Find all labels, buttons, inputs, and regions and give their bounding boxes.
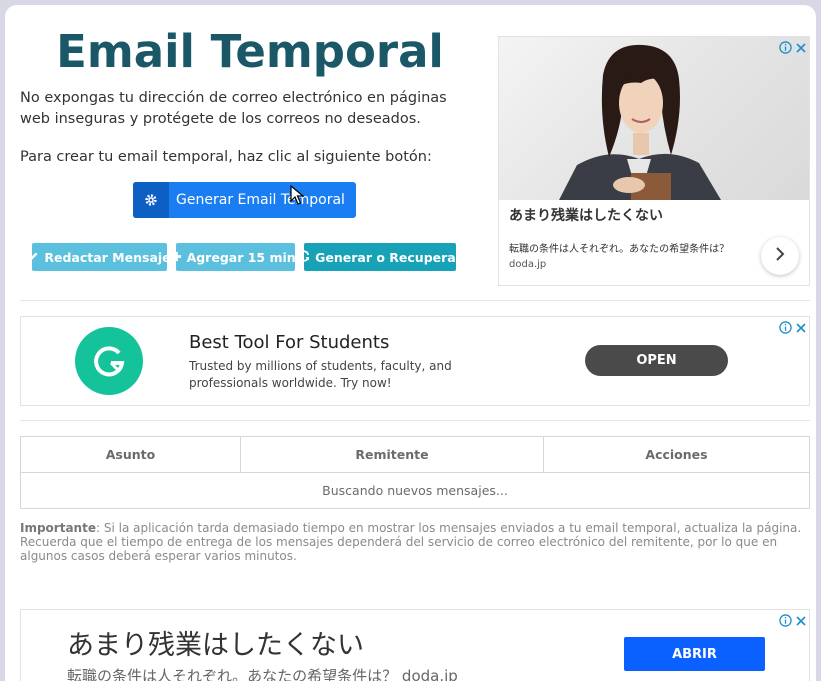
info-icon[interactable] [779, 39, 792, 58]
compose-label: Redactar Mensaje [44, 249, 171, 265]
table-header-row: Asunto Remitente Acciones [20, 436, 810, 473]
instruction-text: Para crear tu email temporal, haz clic a… [20, 149, 432, 165]
ad-choices[interactable] [779, 319, 807, 338]
ad-open-button[interactable]: OPEN [585, 345, 728, 376]
add-time-label: Agregar 15 min. [186, 249, 301, 265]
bottom-ad-headline: あまり残業はしたくない [67, 630, 364, 661]
ad-choices[interactable] [779, 612, 807, 631]
side-ad-subtext: 転職の条件は人それぞれ。あなたの希望条件は？ [509, 244, 730, 255]
refresh-icon [298, 249, 310, 265]
note-label: Importante [20, 521, 96, 535]
generate-email-label: Generar Email Temporal [176, 192, 345, 208]
chevron-right-icon [774, 246, 786, 266]
regenerate-label: Generar o Recuperar [315, 249, 462, 265]
info-icon[interactable] [779, 319, 792, 338]
column-sender: Remitente [240, 436, 544, 473]
wide-ad-description: Trusted by millions of students, faculty… [189, 359, 452, 390]
ad-next-button[interactable] [761, 237, 799, 275]
mouse-cursor [290, 184, 305, 209]
close-icon[interactable] [795, 319, 807, 338]
close-icon[interactable] [795, 39, 807, 58]
close-icon[interactable] [795, 612, 807, 631]
generate-email-button[interactable]: Generar Email Temporal [133, 182, 356, 218]
divider [20, 300, 810, 301]
note-text: : Si la aplicación tarda demasiado tiemp… [20, 521, 802, 563]
inbox-table: Asunto Remitente Acciones Buscando nuevo… [20, 436, 810, 509]
intro-text: No expongas tu dirección de correo elect… [20, 90, 447, 127]
ad-abrir-button[interactable]: ABRIR [624, 637, 765, 671]
ad-photo [499, 37, 809, 200]
gear-icon [133, 182, 169, 218]
side-ad-domain: doda.jp [509, 259, 547, 270]
add-15-min-button[interactable]: Agregar 15 min. [171, 243, 300, 271]
column-subject: Asunto [20, 436, 241, 473]
important-note: Importante: Si la aplicación tarda demas… [20, 521, 810, 563]
wide-advertisement[interactable]: Best Tool For Students Trusted by millio… [20, 316, 810, 406]
compose-message-button[interactable]: Redactar Mensaje [29, 243, 171, 271]
column-actions: Acciones [543, 436, 810, 473]
table-row: Buscando nuevos mensajes... [20, 472, 810, 509]
divider [20, 420, 810, 421]
grammarly-logo [75, 327, 143, 395]
side-ad-headline: あまり残業はしたくない [509, 208, 663, 224]
bottom-advertisement[interactable]: あまり残業はしたくない 転職の条件は人それぞれ。あなたの希望条件は？ doda.… [20, 609, 810, 681]
side-advertisement[interactable]: あまり残業はしたくない 転職の条件は人それぞれ。あなたの希望条件は？ doda.… [498, 36, 810, 286]
page-card: Email Temporal No expongas tu dirección … [5, 5, 816, 681]
page-title: Email Temporal [56, 25, 444, 78]
wide-ad-headline: Best Tool For Students [189, 332, 390, 353]
plus-icon [171, 250, 182, 265]
info-icon[interactable] [779, 612, 792, 631]
inbox-status: Buscando nuevos mensajes... [20, 472, 810, 509]
regenerate-button[interactable]: Generar o Recuperar [299, 243, 462, 271]
ad-choices[interactable] [779, 39, 807, 58]
pencil-icon [28, 250, 39, 265]
bottom-ad-description: 転職の条件は人それぞれ。あなたの希望条件は？ doda.jp [67, 667, 458, 681]
